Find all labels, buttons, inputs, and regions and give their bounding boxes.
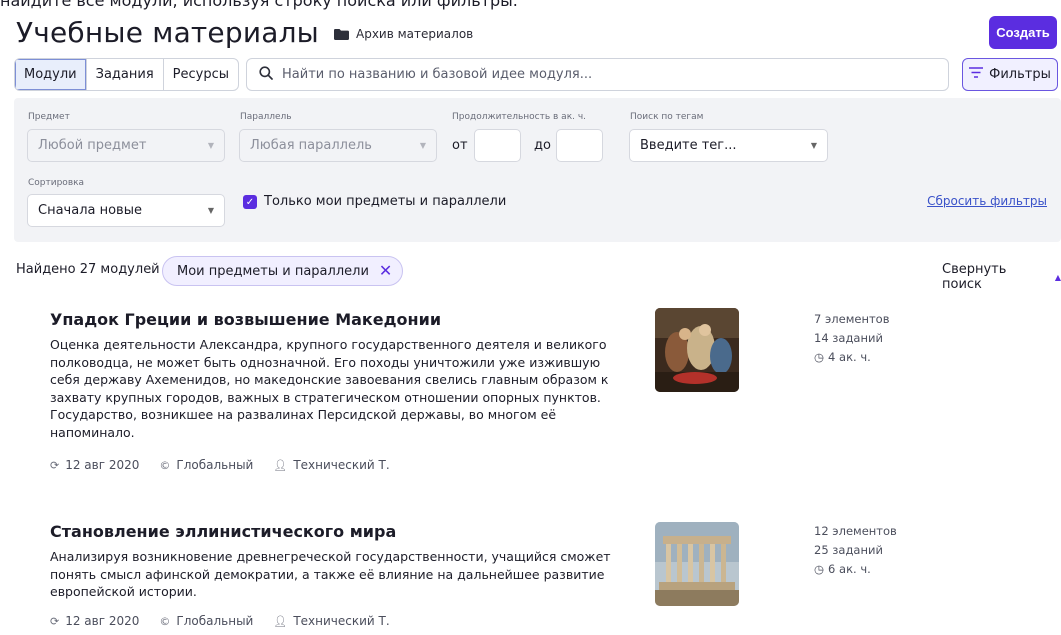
module-date: 12 авг 2020 — [65, 458, 140, 472]
create-button[interactable]: Создать — [989, 16, 1057, 49]
module-card[interactable]: Упадок Греции и возвышение Македонии Оце… — [50, 308, 1050, 480]
sort-label: Сортировка — [28, 178, 85, 188]
module-tasks-count: 14 заданий — [814, 331, 883, 345]
sort-select[interactable]: Сначала новые ▼ — [27, 194, 225, 227]
archive-label: Архив материалов — [356, 27, 474, 41]
module-stats: 7 элементов 14 заданий ◷ 4 ак. ч. — [814, 310, 890, 367]
active-filter-chip: Мои предметы и параллели ✕ — [162, 256, 404, 286]
module-description: Анализируя возникновение древнегреческой… — [50, 549, 611, 600]
chevron-down-icon: ▼ — [810, 141, 817, 150]
sync-icon: ⟳ — [50, 458, 60, 472]
filters-button-label: Фильтры — [989, 67, 1051, 82]
chevron-up-icon: ▲ — [1054, 272, 1061, 282]
duration-to-label: до — [534, 138, 551, 153]
only-mine-label[interactable]: Только мои предметы и параллели — [264, 194, 506, 209]
tags-label: Поиск по тегам — [630, 112, 704, 122]
subject-select[interactable]: Любой предмет ▼ — [27, 129, 225, 162]
filters-button[interactable]: Фильтры — [962, 58, 1058, 91]
grade-label: Параллель — [240, 112, 292, 122]
module-title[interactable]: Становление эллинистического мира — [50, 522, 396, 541]
tab-resources[interactable]: Ресурсы — [164, 59, 238, 90]
tags-select[interactable]: Введите тег... ▼ — [629, 129, 828, 162]
duration-label: Продолжительность в ак. ч. — [452, 112, 587, 122]
module-author: Технический Т. — [293, 614, 390, 628]
sort-select-value: Сначала новые — [38, 203, 142, 218]
subject-label: Предмет — [28, 112, 70, 122]
only-mine-checkbox[interactable]: ✓ — [243, 195, 257, 209]
sync-icon: ⟳ — [50, 614, 60, 628]
search-input[interactable] — [282, 67, 948, 82]
cut-off-hint-text: найдите все модули, используя строку пои… — [0, 0, 518, 10]
globe-icon: © — [159, 614, 171, 628]
module-scope: Глобальный — [176, 614, 254, 628]
results-count: Найдено 27 модулей — [16, 262, 160, 277]
clock-icon: ◷ — [814, 350, 825, 364]
user-icon: 👤︎ — [273, 614, 288, 628]
tab-tasks[interactable]: Задания — [87, 59, 164, 90]
module-meta: ⟳ 12 авг 2020 © Глобальный 👤︎ Технический Т… — [50, 458, 390, 472]
clock-icon: ◷ — [814, 562, 825, 576]
close-icon[interactable]: ✕ — [379, 263, 392, 279]
module-hours: 6 ак. ч. — [828, 562, 871, 576]
chevron-down-icon: ▼ — [419, 141, 426, 150]
subject-select-value: Любой предмет — [38, 138, 147, 153]
module-scope: Глобальный — [176, 458, 254, 472]
module-date: 12 авг 2020 — [65, 614, 140, 628]
filter-panel: Предмет Любой предмет ▼ Параллель Любая … — [14, 98, 1061, 242]
module-hours: 4 ак. ч. — [828, 350, 871, 364]
view-tabs: Модули Задания Ресурсы — [14, 58, 239, 91]
module-thumbnail[interactable] — [655, 522, 739, 606]
page-title: Учебные материалы — [16, 16, 319, 49]
module-stats: 12 элементов 25 заданий ◷ 6 ак. ч. — [814, 522, 897, 579]
globe-icon: © — [159, 458, 171, 472]
module-elements-count: 12 элементов — [814, 524, 897, 538]
duration-from-input[interactable] — [474, 129, 521, 162]
tags-placeholder: Введите тег... — [640, 138, 737, 153]
folder-icon — [334, 28, 349, 40]
checkmark-icon: ✓ — [245, 196, 255, 208]
grade-select-value: Любая параллель — [250, 138, 372, 153]
module-title[interactable]: Упадок Греции и возвышение Македонии — [50, 310, 441, 329]
duration-to-input[interactable] — [556, 129, 603, 162]
module-card[interactable]: Становление эллинистического мира Анализ… — [50, 522, 1050, 632]
archive-link[interactable]: Архив материалов — [334, 27, 473, 41]
grade-select[interactable]: Любая параллель ▼ — [239, 129, 437, 162]
module-meta: ⟳ 12 авг 2020 © Глобальный 👤︎ Технический Т… — [50, 614, 390, 628]
chip-label: Мои предметы и параллели — [177, 263, 369, 279]
module-thumbnail[interactable] — [655, 308, 739, 392]
chevron-down-icon: ▼ — [207, 141, 214, 150]
module-description: Оценка деятельности Александра, крупного… — [50, 337, 609, 440]
search-icon — [259, 65, 273, 84]
module-author: Технический Т. — [293, 458, 390, 472]
tab-modules[interactable]: Модули — [15, 59, 87, 90]
user-icon: 👤︎ — [273, 458, 288, 472]
module-elements-count: 7 элементов — [814, 312, 890, 326]
duration-from-label: от — [452, 138, 468, 153]
module-tasks-count: 25 заданий — [814, 543, 883, 557]
filter-icon — [969, 67, 984, 82]
search-box — [246, 58, 949, 91]
collapse-search-label: Свернуть поиск — [942, 262, 1007, 292]
collapse-search-button[interactable]: Свернуть поиск ▲ — [942, 262, 1061, 292]
reset-filters-link[interactable]: Сбросить фильтры — [927, 194, 1047, 208]
chevron-down-icon: ▼ — [207, 206, 214, 215]
